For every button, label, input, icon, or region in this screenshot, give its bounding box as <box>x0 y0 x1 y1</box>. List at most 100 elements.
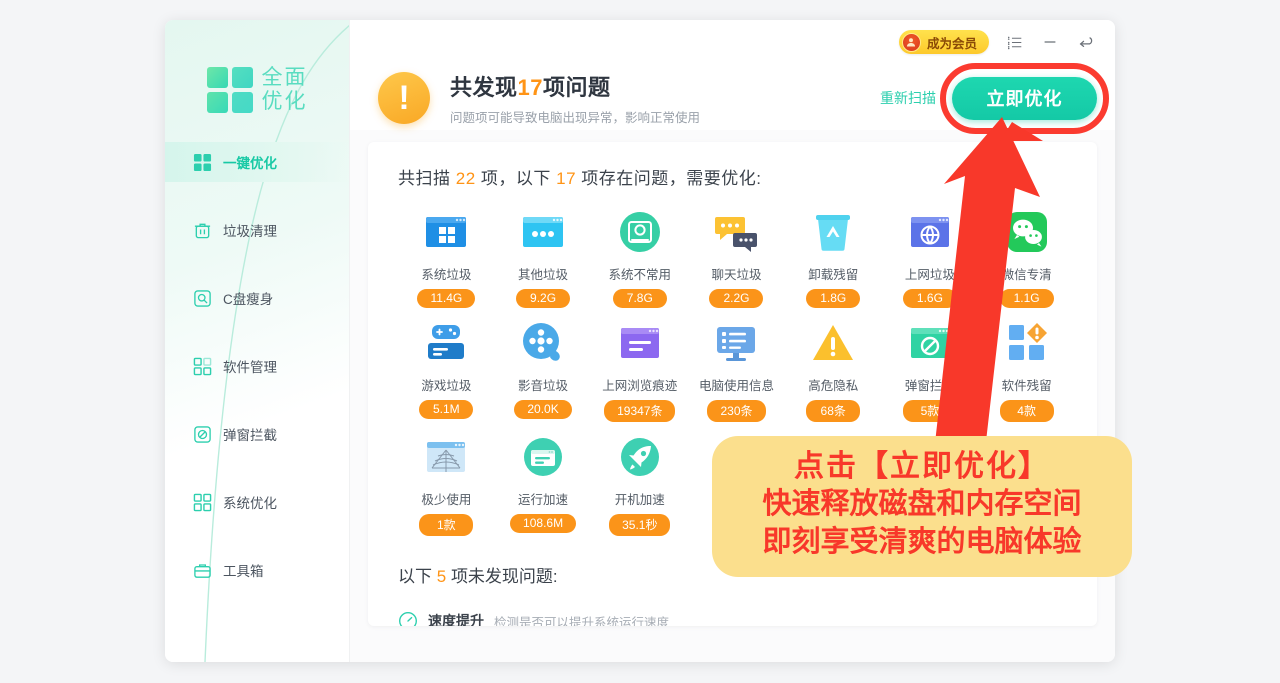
issue-item-name: 系统不常用 <box>608 268 672 282</box>
page-title-prefix: 共发现 <box>450 75 518 100</box>
sidebar-item-software-manage[interactable]: 软件管理 <box>165 346 349 386</box>
issue-item[interactable]: 卸载残留 1.8G <box>785 209 882 308</box>
issue-item[interactable]: 开机加速 35.1秒 <box>591 434 688 536</box>
speedometer-icon <box>398 611 418 626</box>
become-member-label: 成为会员 <box>926 36 977 51</box>
sidebar-item-junk-clean[interactable]: 垃圾清理 <box>165 210 349 250</box>
avatar <box>901 32 921 52</box>
sidebar-nav: 一键优化 垃圾清理 C盘瘦身 软件管理 弹窗拦截 系统优化 工具箱 <box>165 142 349 590</box>
windows-window-icon <box>423 209 469 255</box>
ok-count: 5 <box>436 567 447 586</box>
undo-icon[interactable] <box>1075 31 1097 53</box>
globe-window-icon <box>907 209 953 255</box>
sidebar-item-label: 系统优化 <box>223 496 277 511</box>
issue-item-value: 35.1秒 <box>609 514 671 536</box>
issue-item-value: 1.1G <box>999 289 1054 308</box>
list-icon[interactable] <box>1003 31 1025 53</box>
trash-icon <box>193 221 212 240</box>
speed-window-icon <box>520 434 566 480</box>
scan-prefix: 共扫描 <box>398 169 451 188</box>
scan-summary: 共扫描 22 项，以下 17 项存在问题，需要优化: <box>398 164 1075 189</box>
issue-item-value: 20.0K <box>514 400 572 419</box>
issue-item[interactable]: 电脑使用信息 230条 <box>688 320 785 422</box>
issue-item-value: 19347条 <box>604 400 676 422</box>
issue-item-name: 运行加速 <box>518 493 569 507</box>
issue-item-value: 230条 <box>707 400 766 422</box>
warning-circle-icon: ! <box>378 72 430 124</box>
list-item[interactable]: 速度提升 检测是否可以提升系统运行速度 <box>398 611 1075 626</box>
rescan-button[interactable]: 重新扫描 <box>880 88 936 108</box>
issue-item[interactable]: 上网垃圾 1.6G <box>882 209 979 308</box>
monitor-list-icon <box>713 320 759 366</box>
issue-item-value: 1.8G <box>806 289 861 308</box>
sidebar-item-label: 软件管理 <box>223 360 277 375</box>
toolbox-icon <box>193 561 212 580</box>
sidebar-item-toolbox[interactable]: 工具箱 <box>165 550 349 590</box>
issue-count: 17 <box>517 75 543 100</box>
issue-item-name: 高危隐私 <box>808 379 859 393</box>
popup-block-icon <box>907 320 953 366</box>
hdd-circle-icon <box>617 209 663 255</box>
issue-item[interactable]: 系统不常用 7.8G <box>591 209 688 308</box>
wechat-icon <box>1004 209 1050 255</box>
issue-item-name: 极少使用 <box>421 493 472 507</box>
issue-item[interactable]: 高危隐私 68条 <box>785 320 882 422</box>
annotation-callout: 点击【立即优化】 快速释放磁盘和内存空间 即刻享受清爽的电脑体验 <box>712 436 1132 577</box>
become-member-button[interactable]: 成为会员 <box>898 30 989 54</box>
logo-squares-icon <box>206 67 253 113</box>
issue-item[interactable]: 聊天垃圾 2.2G <box>688 209 785 308</box>
gamepad-icon <box>423 320 469 366</box>
issue-item-name: 其他垃圾 <box>518 268 569 282</box>
sidebar-item-label: 弹窗拦截 <box>223 428 277 443</box>
issue-item[interactable]: 软件残留 4款 <box>978 320 1075 422</box>
minimize-icon[interactable] <box>1039 31 1061 53</box>
annotation-line3: 即刻享受清爽的电脑体验 <box>762 525 1082 558</box>
issue-item-value: 5.1M <box>419 400 474 419</box>
issue-item-name: 上网垃圾 <box>904 268 955 282</box>
issue-item-value: 1.6G <box>902 289 957 308</box>
issue-item-value: 4款 <box>999 400 1054 422</box>
status-header: ! 共发现17项问题 问题项可能导致电脑出现异常，影响正常使用 重新扫描 立即优… <box>350 62 1115 134</box>
issue-item[interactable]: 其他垃圾 9.2G <box>495 209 592 308</box>
ok-suffix: 项未发现问题: <box>450 567 558 586</box>
issue-item[interactable]: 弹窗拦截 5款 <box>882 320 979 422</box>
chat-bubbles-icon <box>713 209 759 255</box>
warning-triangle-icon <box>810 320 856 366</box>
issue-item-name: 聊天垃圾 <box>711 268 762 282</box>
issue-item[interactable]: 运行加速 108.6M <box>495 434 592 536</box>
block-icon <box>193 425 212 444</box>
sidebar-item-one-key-optimize[interactable]: 一键优化 <box>165 142 349 182</box>
page-subtitle: 问题项可能导致电脑出现异常，影响正常使用 <box>450 111 701 125</box>
issue-item-name: 弹窗拦截 <box>904 379 955 393</box>
page-title: 共发现17项问题 <box>450 70 700 102</box>
purple-window-icon <box>617 320 663 366</box>
app-logo: 全面 优化 <box>165 20 349 130</box>
issue-item[interactable]: 系统垃圾 11.4G <box>398 209 495 308</box>
optimize-now-button[interactable]: 立即优化 <box>952 76 1097 120</box>
sidebar-item-label: 一键优化 <box>223 156 277 171</box>
sidebar: 全面 优化 一键优化 垃圾清理 C盘瘦身 软件管理 弹窗拦截 系统优化 工具箱 <box>165 20 350 662</box>
issue-item[interactable]: 微信专清 1.1G <box>978 209 1075 308</box>
sidebar-item-popup-block[interactable]: 弹窗拦截 <box>165 414 349 454</box>
issue-item[interactable]: 游戏垃圾 5.1M <box>398 320 495 422</box>
annotation-line2: 快速释放磁盘和内存空间 <box>762 488 1082 521</box>
scan-issue-count: 17 <box>556 169 577 188</box>
issue-item[interactable]: 上网浏览痕迹 19347条 <box>591 320 688 422</box>
logo-text-line2: 优化 <box>261 90 308 113</box>
squares-alert-icon <box>1004 320 1050 366</box>
film-reel-icon <box>520 320 566 366</box>
issue-item-value: 108.6M <box>510 514 577 533</box>
issue-item-value: 68条 <box>806 400 861 422</box>
sidebar-item-c-drive-slim[interactable]: C盘瘦身 <box>165 278 349 318</box>
issue-item-name: 上网浏览痕迹 <box>602 379 678 393</box>
issue-item-name: 开机加速 <box>614 493 665 507</box>
issue-item[interactable]: 影音垃圾 20.0K <box>495 320 592 422</box>
issue-item-name: 卸载残留 <box>808 268 859 282</box>
issue-item-value: 9.2G <box>516 289 571 308</box>
issue-item-value: 1款 <box>419 514 474 536</box>
issue-item-name: 微信专清 <box>1001 268 1052 282</box>
sidebar-item-system-optimize[interactable]: 系统优化 <box>165 482 349 522</box>
issue-item-value: 11.4G <box>417 289 476 308</box>
issue-item[interactable]: 极少使用 1款 <box>398 434 495 536</box>
window-topbar: 成为会员 <box>350 20 1115 64</box>
